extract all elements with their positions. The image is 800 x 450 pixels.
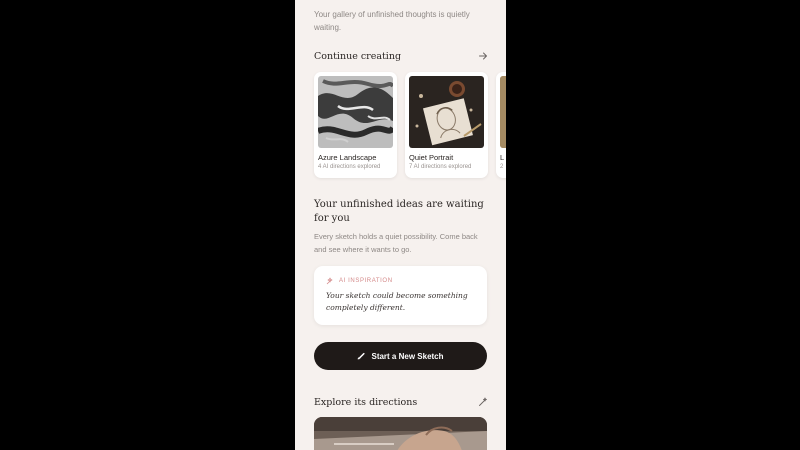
hero-photo-hands-sketching bbox=[314, 417, 487, 450]
arrow-right-icon[interactable] bbox=[478, 51, 488, 61]
card-title: Azure Landscape bbox=[318, 153, 377, 162]
ai-inspiration-quote: Your sketch could become something compl… bbox=[326, 291, 468, 312]
ai-inspiration-label: AI INSPIRATION bbox=[326, 277, 475, 285]
sparkle-icon bbox=[326, 277, 334, 285]
start-new-sketch-label: Start a New Sketch bbox=[371, 351, 444, 361]
sketch-carousel[interactable]: Azure Landscape 4 AI directions explored bbox=[314, 72, 506, 178]
continue-section-header: Continue creating bbox=[314, 49, 488, 63]
sketch-thumbnail bbox=[500, 76, 506, 148]
start-new-sketch-button[interactable]: Start a New Sketch bbox=[314, 342, 487, 370]
sketch-card-azure-landscape[interactable]: Azure Landscape 4 AI directions explored bbox=[314, 72, 397, 178]
sketch-image-portrait-desk bbox=[409, 76, 484, 148]
card-subtitle: 2 bbox=[500, 164, 504, 170]
card-title: L bbox=[500, 153, 505, 162]
sketch-thumbnail bbox=[318, 76, 393, 148]
card-subtitle: 4 AI directions explored bbox=[318, 164, 381, 170]
directions-section-title: Explore its directions bbox=[314, 396, 418, 408]
ai-inspiration-card: AI INSPIRATION Your sketch could become … bbox=[314, 266, 487, 325]
directions-section-header: Explore its directions bbox=[314, 395, 488, 409]
sketch-card-quiet-portrait[interactable]: Quiet Portrait 7 AI directions explored bbox=[405, 72, 488, 178]
intro-text: Your gallery of unfinished thoughts is q… bbox=[314, 10, 470, 32]
sketch-thumbnail bbox=[409, 76, 484, 148]
app-screen: Your gallery of unfinished thoughts is q… bbox=[295, 0, 506, 450]
card-subtitle: 7 AI directions explored bbox=[409, 164, 472, 170]
ai-inspiration-label-text: AI INSPIRATION bbox=[339, 278, 393, 284]
brush-icon bbox=[357, 352, 366, 360]
page-headline: Your unfinished ideas are waiting for yo… bbox=[314, 199, 484, 224]
continue-section-title: Continue creating bbox=[314, 50, 402, 62]
magic-wand-icon[interactable] bbox=[478, 397, 488, 407]
sketch-card-partial[interactable]: L 2 bbox=[496, 72, 506, 178]
sketch-image-ink-landscape bbox=[318, 76, 393, 148]
card-title: Quiet Portrait bbox=[409, 153, 454, 162]
directions-hero-image[interactable] bbox=[314, 417, 487, 450]
page-description: Every sketch holds a quiet possibility. … bbox=[314, 232, 478, 254]
sketch-image-partial bbox=[500, 76, 506, 148]
